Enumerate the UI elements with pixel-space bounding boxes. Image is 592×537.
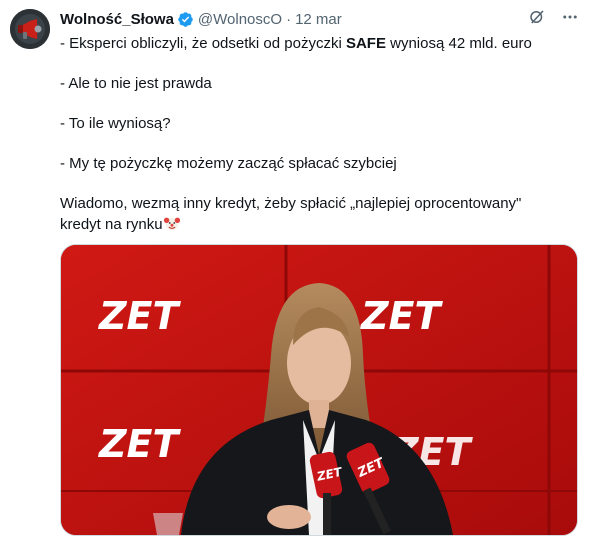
zet-logo: ZET (98, 422, 182, 466)
text-segment: kredyt na rynku (60, 216, 163, 233)
tweet-line: - Ale to nie jest prawda (60, 75, 212, 92)
author-name[interactable]: Wolność_Słowa (60, 11, 174, 28)
header-actions (528, 8, 580, 26)
text-segment: - Eksperci obliczyli, że odsetki od poży… (60, 35, 346, 52)
bold-text: SAFE (345, 35, 386, 52)
water-glass (153, 513, 183, 535)
author-handle[interactable]: @WolnoscO (198, 11, 282, 28)
tweet-line: - To ile wyniosą? (60, 115, 171, 132)
zet-logo: ZET (98, 294, 182, 338)
tweet-line: - My tę pożyczkę możemy zacząć spłacać s… (60, 155, 397, 172)
grok-icon[interactable] (528, 8, 546, 26)
tweet-line: - Eksperci obliczyli, że odsetki od poży… (60, 34, 580, 54)
tweet-content: Wolność_Słowa @WolnoscO · 12 mar - Ekspe… (60, 8, 580, 235)
tweet-date[interactable]: 12 mar (295, 11, 342, 28)
author-avatar[interactable] (10, 9, 50, 49)
megaphone-icon (10, 9, 50, 49)
separator-dot: · (286, 10, 292, 28)
tweet-text: - Eksperci obliczyli, że odsetki od poży… (60, 34, 580, 235)
tweet-media-image[interactable]: ZET ZET ZET ZET ZET ZET (60, 244, 578, 536)
zet-logo: ZET (360, 294, 444, 338)
tweet-line: Wiadomo, wezmą inny kredyt, żeby spłacić… (60, 195, 522, 212)
tweet-header: Wolność_Słowa @WolnoscO · 12 mar (60, 8, 580, 30)
tweet-line: kredyt na rynku (60, 214, 580, 235)
verified-badge-icon (177, 11, 194, 28)
text-segment: wyniosą 42 mld. euro (385, 35, 532, 52)
more-icon[interactable] (560, 8, 580, 26)
clown-emoji (163, 214, 181, 232)
tweet: Wolność_Słowa @WolnoscO · 12 mar - Ekspe… (0, 0, 592, 537)
studio-photo: ZET ZET ZET ZET ZET ZET (61, 245, 577, 535)
